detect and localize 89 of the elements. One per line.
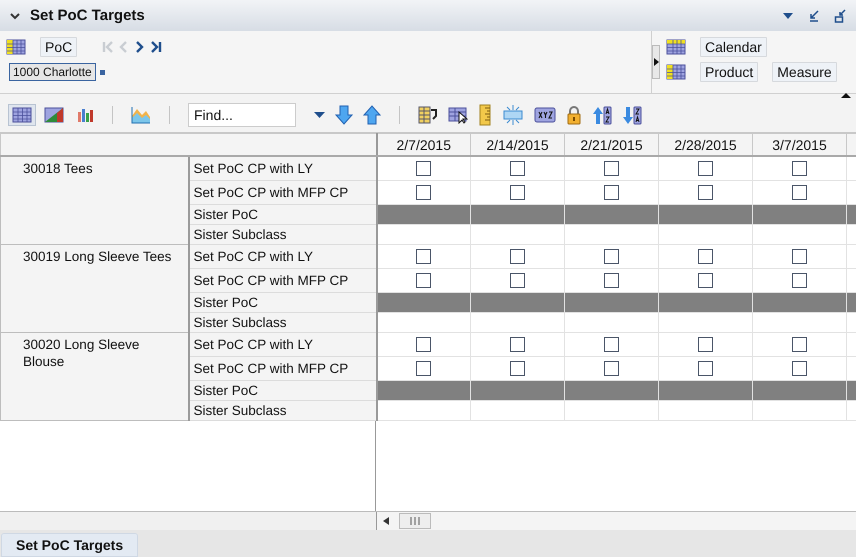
area-chart-icon[interactable] [131, 106, 151, 124]
skip-icon[interactable] [149, 40, 162, 54]
grid-icon[interactable] [666, 64, 686, 80]
checkbox[interactable] [510, 185, 525, 200]
column-header[interactable]: 2/7/2015 [376, 134, 470, 156]
checkbox[interactable] [792, 249, 807, 264]
column-header[interactable]: 2/21/2015 [564, 134, 658, 156]
checkbox[interactable] [698, 361, 713, 376]
dimension-button[interactable]: PoC [40, 37, 78, 57]
checkbox[interactable] [416, 185, 432, 200]
row-header: Set PoC CP with LY [188, 156, 376, 180]
column-config-icon[interactable] [418, 105, 438, 125]
square-icon [100, 70, 105, 74]
arrow-up-icon[interactable] [363, 105, 381, 125]
checkbox[interactable] [416, 361, 432, 376]
lock-icon[interactable] [566, 105, 582, 125]
horizontal-scrollbar[interactable] [377, 512, 856, 530]
checkbox[interactable] [510, 273, 525, 288]
chart-grid-icon [44, 107, 64, 123]
grid-icon[interactable] [666, 39, 686, 55]
ruler-icon[interactable] [478, 104, 492, 126]
checkbox[interactable] [604, 161, 619, 176]
row-header: Sister Subclass [188, 312, 376, 332]
row-header: Sister Subclass [188, 224, 376, 244]
row-header: Sister PoC [188, 380, 376, 400]
checkbox[interactable] [604, 273, 619, 288]
chevron-icon[interactable] [133, 40, 146, 54]
split-icon[interactable] [502, 104, 524, 126]
chevron-icon[interactable] [10, 12, 20, 20]
checkbox[interactable] [792, 337, 807, 352]
row-header: Set PoC CP with MFP CP [188, 180, 376, 204]
dimension-button[interactable]: Measure [772, 62, 837, 82]
checkbox[interactable] [604, 361, 619, 376]
collapse-handle[interactable] [652, 45, 660, 79]
label-icon[interactable] [534, 107, 556, 123]
checkbox[interactable] [792, 161, 807, 176]
restore-icon[interactable] [834, 8, 846, 22]
checkbox[interactable] [510, 161, 525, 176]
checkbox[interactable] [416, 249, 432, 264]
row-header: Set PoC CP with MFP CP [188, 356, 376, 380]
checkbox[interactable] [510, 249, 525, 264]
sort-ascending-icon[interactable] [592, 105, 612, 125]
row-header: 30018 Tees [23, 161, 93, 176]
view-tab[interactable]: Set PoC Targets [1, 533, 138, 557]
checkbox[interactable] [698, 249, 713, 264]
grid-icon [12, 107, 32, 123]
row-header: 30020 Long Sleeve Blouse [23, 337, 140, 369]
checkbox[interactable] [698, 273, 713, 288]
row-header: 30019 Long Sleeve Tees [23, 249, 172, 264]
checkbox[interactable] [416, 337, 432, 352]
checkbox[interactable] [510, 361, 525, 376]
checkbox[interactable] [604, 337, 619, 352]
bar-chart-icon [76, 107, 96, 123]
row-header: Set PoC CP with LY [188, 244, 376, 268]
column-header[interactable]: 2/14/2015 [470, 134, 564, 156]
row-header: Sister Subclass [188, 400, 376, 420]
grip-icon [409, 517, 421, 525]
checkbox[interactable] [416, 161, 432, 176]
grid-icon[interactable] [6, 39, 26, 55]
minimize-icon[interactable] [808, 10, 820, 22]
checkbox[interactable] [604, 185, 619, 200]
scrollbar-thumb[interactable] [399, 513, 431, 529]
row-header: Sister PoC [188, 292, 376, 312]
row-header: Set PoC CP with MFP CP [188, 268, 376, 292]
checkbox[interactable] [604, 249, 619, 264]
row-header: Sister PoC [188, 204, 376, 224]
checkbox[interactable] [698, 337, 713, 352]
window-title: Set PoC Targets [30, 7, 145, 24]
dimension-button[interactable]: Product [700, 62, 758, 82]
checkbox[interactable] [792, 185, 807, 200]
column-header[interactable]: 2/28/2015 [658, 134, 752, 156]
column-header[interactable]: 3/7/2015 [752, 134, 846, 156]
checkbox[interactable] [698, 185, 713, 200]
row-header: Set PoC CP with LY [188, 332, 376, 356]
dropdown-icon[interactable] [314, 112, 325, 118]
scroll-left-icon[interactable] [383, 517, 389, 525]
checkbox[interactable] [416, 273, 432, 288]
arrow-down-icon[interactable] [335, 105, 353, 125]
checkbox[interactable] [698, 161, 713, 176]
grid-view-button[interactable] [8, 104, 36, 126]
checkbox[interactable] [510, 337, 525, 352]
filter-chip[interactable]: 1000 Charlotte [9, 63, 96, 81]
dropdown-icon[interactable] [782, 12, 794, 20]
checkbox[interactable] [792, 273, 807, 288]
dimension-button[interactable]: Calendar [700, 37, 767, 57]
sort-descending-icon[interactable] [622, 105, 642, 125]
find-field[interactable]: Find... [188, 103, 296, 127]
cell-select-icon[interactable] [448, 106, 468, 124]
checkbox[interactable] [792, 361, 807, 376]
